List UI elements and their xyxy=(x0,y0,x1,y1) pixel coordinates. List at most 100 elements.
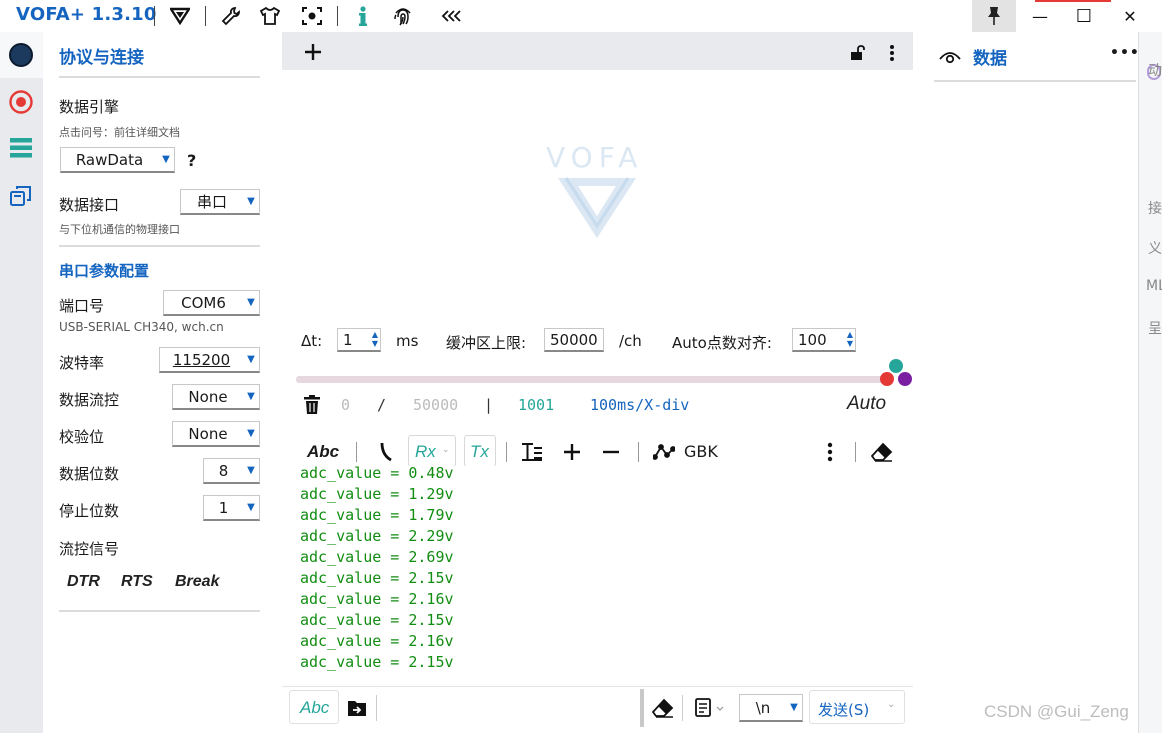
flow-select[interactable]: None ▼ xyxy=(172,384,260,410)
spinner-icon[interactable]: ▲ ▼ xyxy=(847,330,853,348)
command-list-icon[interactable] xyxy=(690,696,730,720)
dt-input[interactable]: 1 ▲ ▼ xyxy=(337,328,381,352)
break-button[interactable]: Break xyxy=(175,573,219,591)
windows-icon[interactable] xyxy=(7,182,35,210)
signals-label: 流控信号 xyxy=(59,540,120,558)
vofa-logo-icon[interactable] xyxy=(168,4,192,28)
baud-label: 波特率 xyxy=(59,354,105,372)
interface-value: 串口 xyxy=(196,193,227,211)
section-title-serial: 串口参数配置 xyxy=(59,262,150,280)
more-vert-icon[interactable] xyxy=(822,440,838,464)
edge-char: 接 xyxy=(1148,201,1162,217)
port-select[interactable]: COM6 ▼ xyxy=(163,290,260,316)
file-send-icon[interactable] xyxy=(346,697,368,719)
help-button[interactable]: ? xyxy=(187,151,196,170)
close-button[interactable]: ✕ xyxy=(1118,4,1142,28)
chart-line-icon[interactable] xyxy=(652,440,676,464)
terminal-line: adc_value = 2.16v xyxy=(300,590,454,608)
zoom-out-icon[interactable] xyxy=(600,441,622,463)
send-eraser-icon[interactable] xyxy=(651,696,675,720)
nav-rail xyxy=(0,32,43,733)
dt-unit: ms xyxy=(396,332,419,350)
eye-icon[interactable] xyxy=(938,47,962,67)
more-horiz-icon[interactable]: ••• xyxy=(1110,45,1140,61)
zoom-in-icon[interactable] xyxy=(561,441,583,463)
wrench-icon[interactable] xyxy=(219,4,243,28)
baud-select[interactable]: 115200 ▼ xyxy=(159,347,260,373)
terminal-line: adc_value = 2.15v xyxy=(300,569,454,587)
engine-select[interactable]: RawData ▼ xyxy=(60,147,175,173)
rts-button[interactable]: RTS xyxy=(121,573,153,591)
info-icon[interactable] xyxy=(351,4,375,28)
data-panel: 数据 ••• xyxy=(924,32,1140,733)
collapse-icon[interactable] xyxy=(440,4,464,28)
chevron-down-icon: ▼ xyxy=(790,702,798,713)
auto-button[interactable]: Auto xyxy=(847,393,886,415)
splitter-handle[interactable] xyxy=(640,689,644,727)
interface-select[interactable]: 串口 ▼ xyxy=(180,189,260,215)
eraser-icon[interactable] xyxy=(870,440,894,464)
newline-select[interactable]: \n ▼ xyxy=(739,694,803,722)
hook-icon[interactable] xyxy=(376,440,396,464)
fingerprint-icon[interactable] xyxy=(391,4,415,28)
send-abc-label: Abc xyxy=(300,698,330,717)
terminal-line: adc_value = 2.16v xyxy=(300,632,454,650)
background-window-edge xyxy=(1138,32,1162,733)
stopbits-select[interactable]: 1 ▼ xyxy=(203,495,260,521)
tx-toggle[interactable]: Tx xyxy=(464,435,496,467)
rx-toggle[interactable]: Rx ⌄ xyxy=(408,435,456,467)
capture-icon[interactable] xyxy=(300,4,324,28)
terminal-line: adc_value = 2.15v xyxy=(300,611,454,629)
dtr-button[interactable]: DTR xyxy=(67,573,100,591)
text-format-icon[interactable] xyxy=(520,440,544,464)
title-bar: VOFA+ 1.3.10 — ☐ ✕ xyxy=(0,0,1162,32)
title-separator xyxy=(337,6,338,26)
edge-char: 动 xyxy=(1148,63,1162,79)
minimize-button[interactable]: — xyxy=(1028,4,1052,28)
send-text-mode-button[interactable]: Abc xyxy=(289,690,339,724)
section-title-protocol: 协议与连接 xyxy=(59,48,144,68)
terminal-output[interactable]: adc_value = 0.48v adc_value = 1.29v adc_va… xyxy=(282,466,913,684)
add-icon[interactable] xyxy=(302,41,324,63)
more-vert-icon[interactable] xyxy=(884,42,900,64)
vofa-watermark: VOFA xyxy=(546,141,644,174)
window-highlight xyxy=(1035,0,1111,2)
dt-label: Δt: xyxy=(301,332,323,350)
shirt-icon[interactable] xyxy=(258,4,282,28)
divider xyxy=(59,610,260,612)
parity-select[interactable]: None ▼ xyxy=(172,421,260,447)
edge-char: 呈 xyxy=(1148,321,1162,337)
databits-value: 8 xyxy=(218,461,229,480)
buffer-input[interactable]: 50000 xyxy=(544,328,604,352)
list-icon[interactable] xyxy=(7,134,35,162)
maximize-button[interactable]: ☐ xyxy=(1072,4,1096,28)
interface-hint: 与下位机通信的物理接口 xyxy=(59,223,180,236)
databits-label: 数据位数 xyxy=(59,465,120,483)
color-dots-icon[interactable] xyxy=(879,358,915,392)
buffer-slider[interactable] xyxy=(296,376,886,383)
send-button[interactable]: 发送(S) ⌄ xyxy=(809,690,905,724)
databits-select[interactable]: 8 ▼ xyxy=(203,458,260,484)
control-row: Δt: 1 ▲ ▼ ms 缓冲区上限: 50000 /ch Auto点数对齐: 1… xyxy=(282,320,913,364)
title-separator xyxy=(205,6,206,26)
terminal-line: adc_value = 1.29v xyxy=(300,485,454,503)
spinner-icon[interactable]: ▲ ▼ xyxy=(372,330,378,348)
pin-button[interactable] xyxy=(972,0,1016,32)
align-input[interactable]: 100 ▲ ▼ xyxy=(792,328,856,352)
toolbar-separator xyxy=(506,442,507,462)
record-icon[interactable] xyxy=(7,88,35,116)
send-label: 发送(S) xyxy=(818,701,870,719)
port-hint: USB-SERIAL CH340, wch.cn xyxy=(59,320,224,334)
terminal-line: adc_value = 2.15v xyxy=(300,653,454,671)
stopbits-value: 1 xyxy=(218,498,229,517)
text-mode-button[interactable]: Abc xyxy=(307,442,339,462)
sample-count: 1001 xyxy=(518,396,555,414)
encoding-button[interactable]: GBK xyxy=(684,442,718,461)
unlock-icon[interactable] xyxy=(848,43,868,63)
connection-icon[interactable] xyxy=(7,41,35,69)
buffer-label: 缓冲区上限: xyxy=(446,334,527,352)
divider xyxy=(59,245,260,247)
stat-bar: | xyxy=(484,396,494,414)
dt-value: 1 xyxy=(343,330,353,349)
trash-icon[interactable] xyxy=(302,394,322,416)
